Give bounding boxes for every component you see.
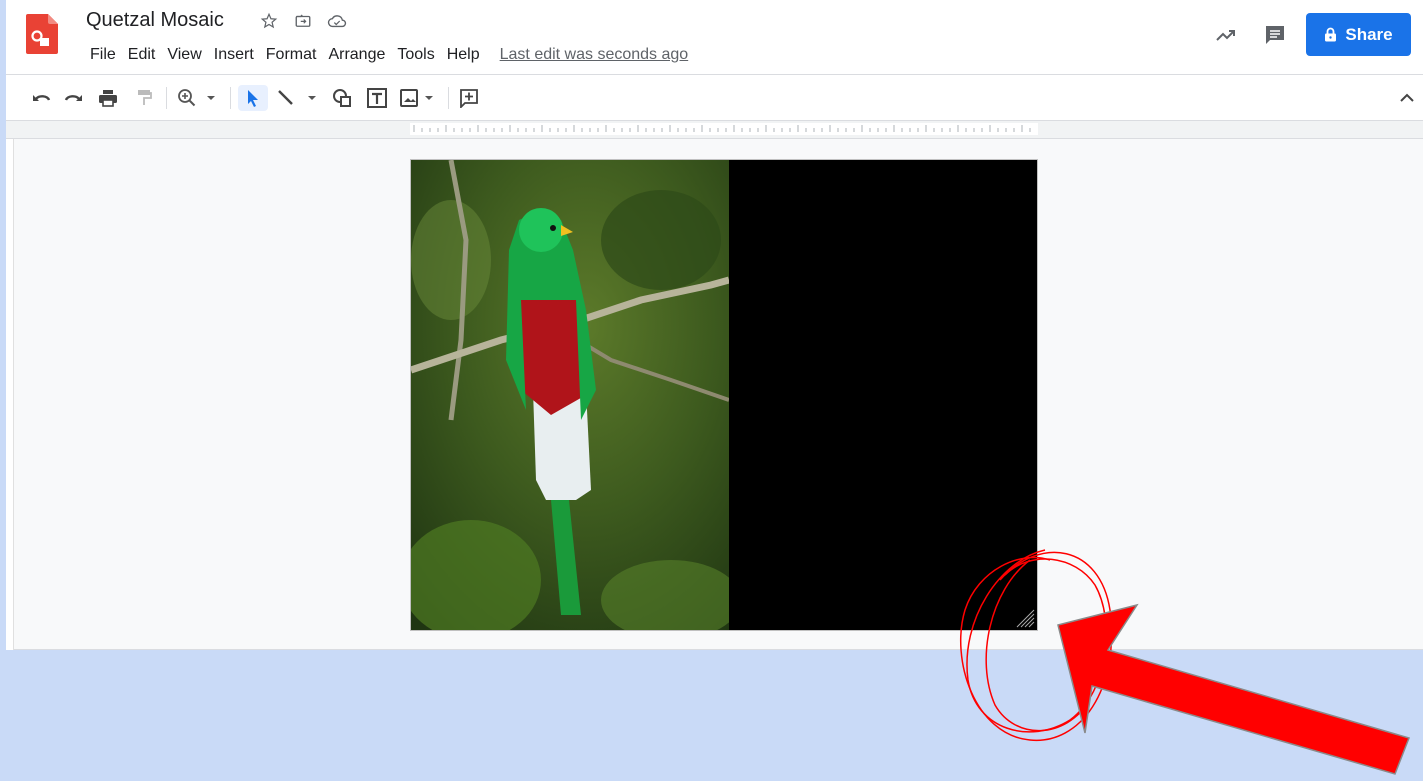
share-label: Share [1345,24,1393,44]
menubar: File Edit View Insert Format Arrange Too… [84,44,688,66]
quetzal-photo[interactable] [411,160,729,631]
add-comment-icon[interactable] [456,85,482,111]
menu-arrange[interactable]: Arrange [322,44,391,66]
vertical-ruler [6,139,14,650]
shape-tool-icon[interactable] [330,85,356,111]
menu-tools[interactable]: Tools [391,44,440,66]
activity-trend-icon[interactable] [1208,17,1244,53]
lock-icon [1325,27,1337,42]
text-box-icon[interactable] [364,85,390,111]
header: Quetzal Mosaic File Edit View Insert For… [6,0,1423,74]
document-title[interactable]: Quetzal Mosaic [86,9,224,32]
image-insert-icon[interactable] [398,85,440,111]
menu-view[interactable]: View [161,44,207,66]
menu-format[interactable]: Format [260,44,323,66]
print-icon[interactable] [96,85,120,111]
collapse-toolbar-icon[interactable] [1396,85,1418,111]
resize-handle[interactable] [1015,608,1035,628]
menu-help[interactable]: Help [441,44,486,66]
cloud-saved-icon[interactable] [326,10,348,32]
comments-icon[interactable] [1257,17,1293,53]
line-tool-icon[interactable] [276,85,320,111]
move-to-folder-icon[interactable] [292,10,314,32]
paint-format-icon[interactable] [132,85,156,111]
horizontal-ruler [410,123,1038,135]
select-tool-icon[interactable] [238,85,268,111]
zoom-icon[interactable] [176,85,218,111]
drawings-logo-icon[interactable] [26,14,58,54]
redo-icon[interactable] [61,85,85,111]
drawing-page[interactable] [410,159,1038,631]
last-edit-link[interactable]: Last edit was seconds ago [500,46,689,64]
menu-insert[interactable]: Insert [208,44,260,66]
menu-file[interactable]: File [84,44,122,66]
toolbar [6,74,1423,121]
undo-icon[interactable] [30,85,54,111]
star-icon[interactable] [258,10,280,32]
share-button[interactable]: Share [1306,13,1411,56]
menu-edit[interactable]: Edit [122,44,162,66]
